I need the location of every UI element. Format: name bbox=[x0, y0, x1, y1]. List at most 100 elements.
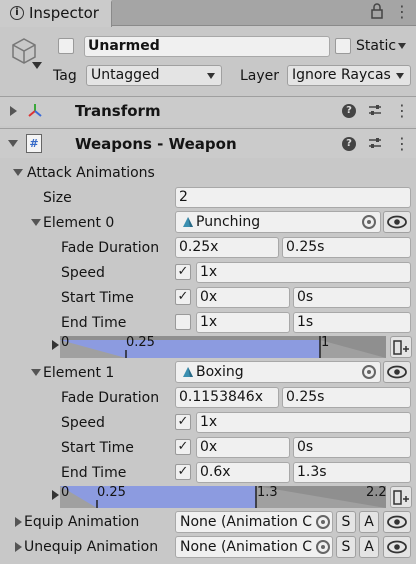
timeline-label-end: 1.3 bbox=[257, 486, 278, 500]
element-0-foldout[interactable] bbox=[31, 219, 41, 226]
end-time-x-field[interactable]: 0.6x bbox=[196, 462, 290, 483]
start-time-x-field[interactable]: 0x bbox=[196, 437, 290, 458]
context-menu-icon[interactable]: ⋮ bbox=[394, 134, 410, 153]
script-icon: # bbox=[26, 134, 42, 153]
timeline-label-start: 0 bbox=[61, 336, 70, 350]
fade-duration-x-field[interactable]: 0.1153846x bbox=[175, 387, 279, 408]
help-icon[interactable]: ? bbox=[342, 137, 356, 151]
active-checkbox[interactable] bbox=[58, 38, 74, 54]
weapon-title: Weapons - Weapon bbox=[75, 135, 237, 153]
element-1-foldout[interactable] bbox=[31, 369, 41, 376]
element-0-timeline[interactable]: 0 0.25 1 bbox=[60, 336, 386, 358]
layer-label: Layer bbox=[240, 68, 280, 84]
weapon-foldout[interactable] bbox=[8, 140, 18, 147]
static-checkbox[interactable] bbox=[335, 38, 351, 54]
unequip-a-button[interactable]: A bbox=[359, 536, 379, 558]
unequip-animation-label[interactable]: Unequip Animation bbox=[24, 537, 158, 557]
equip-animation-value: None (Animation C bbox=[180, 514, 313, 530]
equip-animation-label[interactable]: Equip Animation bbox=[24, 512, 139, 532]
tab-menu-icon[interactable]: ⋮ bbox=[394, 2, 410, 21]
add-event-button[interactable] bbox=[390, 336, 412, 358]
tab-title: Inspector bbox=[29, 4, 99, 22]
static-label: Static bbox=[356, 38, 397, 54]
attack-animations-label[interactable]: Attack Animations bbox=[27, 163, 155, 183]
fade-duration-s-field[interactable]: 0.25s bbox=[282, 237, 411, 258]
tag-dropdown[interactable]: Untagged bbox=[86, 65, 222, 86]
start-time-s-field[interactable]: 0s bbox=[293, 287, 411, 308]
transform-icon bbox=[26, 102, 44, 124]
unequip-s-button[interactable]: S bbox=[336, 536, 356, 558]
start-time-checkbox[interactable]: ✓ bbox=[175, 289, 191, 305]
tag-label: Tag bbox=[53, 68, 77, 84]
equip-animation-field[interactable]: None (Animation C bbox=[175, 511, 333, 533]
layer-dropdown[interactable]: Ignore Raycas bbox=[287, 65, 411, 86]
add-event-button[interactable] bbox=[390, 486, 412, 508]
equip-foldout[interactable] bbox=[15, 517, 22, 527]
static-dropdown-icon[interactable] bbox=[398, 43, 406, 49]
eye-icon[interactable] bbox=[383, 361, 411, 383]
end-time-s-field[interactable]: 1.3s bbox=[293, 462, 411, 483]
size-label: Size bbox=[43, 190, 72, 206]
end-time-checkbox[interactable]: ✓ bbox=[175, 464, 191, 480]
object-picker-icon[interactable] bbox=[362, 365, 376, 379]
unequip-animation-value: None (Animation C bbox=[180, 539, 313, 555]
animation-clip-icon bbox=[181, 215, 195, 232]
speed-checkbox[interactable]: ✓ bbox=[175, 414, 191, 430]
end-time-label: End Time bbox=[61, 465, 127, 481]
context-menu-icon[interactable]: ⋮ bbox=[394, 101, 410, 120]
transform-title: Transform bbox=[75, 102, 161, 120]
element-1-label[interactable]: Element 1 bbox=[43, 363, 114, 383]
eye-icon[interactable] bbox=[383, 536, 411, 558]
start-time-label: Start Time bbox=[61, 440, 134, 456]
unequip-foldout[interactable] bbox=[15, 542, 22, 552]
eye-icon[interactable] bbox=[383, 211, 411, 233]
element-1-clip-name: Boxing bbox=[196, 364, 244, 380]
element-0-clip-field[interactable]: Punching bbox=[175, 211, 381, 233]
tab-inspector[interactable]: i Inspector bbox=[0, 0, 112, 27]
fade-duration-s-field[interactable]: 0.25s bbox=[282, 387, 411, 408]
transform-header[interactable]: Transform ? ⋮ bbox=[0, 96, 416, 126]
start-time-x-field[interactable]: 0x bbox=[196, 287, 290, 308]
attack-animations-foldout[interactable] bbox=[13, 169, 23, 176]
object-picker-icon[interactable] bbox=[316, 515, 330, 529]
size-field[interactable]: 2 bbox=[175, 187, 411, 208]
speed-field[interactable]: 1x bbox=[196, 412, 411, 433]
animation-clip-icon bbox=[181, 365, 195, 382]
speed-field[interactable]: 1x bbox=[196, 262, 411, 283]
object-name-field[interactable]: Unarmed bbox=[84, 36, 330, 57]
eye-icon[interactable] bbox=[383, 511, 411, 533]
weapon-header[interactable]: # Weapons - Weapon ? ⋮ bbox=[0, 128, 416, 158]
timeline-play-icon[interactable] bbox=[52, 490, 59, 500]
end-time-label: End Time bbox=[61, 315, 127, 331]
element-1-clip-field[interactable]: Boxing bbox=[175, 361, 381, 383]
object-picker-icon[interactable] bbox=[362, 215, 376, 229]
element-1-timeline[interactable]: 0 0.25 1.3 2.2 bbox=[60, 486, 386, 508]
icon-dropdown-arrow[interactable] bbox=[32, 62, 42, 69]
timeline-play-icon[interactable] bbox=[52, 340, 59, 350]
timeline-label-end: 1 bbox=[321, 336, 330, 350]
speed-label: Speed bbox=[61, 265, 105, 281]
start-time-checkbox[interactable]: ✓ bbox=[175, 439, 191, 455]
object-picker-icon[interactable] bbox=[316, 540, 330, 554]
presets-icon[interactable] bbox=[368, 103, 382, 121]
timeline-label-length: 2.2 bbox=[366, 486, 386, 500]
timeline-label-start: 0 bbox=[61, 486, 70, 500]
end-time-x-field[interactable]: 1x bbox=[196, 312, 290, 333]
element-0-label[interactable]: Element 0 bbox=[43, 213, 114, 233]
start-time-label: Start Time bbox=[61, 290, 134, 306]
fade-duration-x-field[interactable]: 0.25x bbox=[175, 237, 279, 258]
lock-icon[interactable] bbox=[370, 2, 384, 20]
equip-a-button[interactable]: A bbox=[359, 511, 379, 533]
speed-label: Speed bbox=[61, 415, 105, 431]
info-icon: i bbox=[10, 6, 24, 20]
unequip-animation-field[interactable]: None (Animation C bbox=[175, 536, 333, 558]
equip-s-button[interactable]: S bbox=[336, 511, 356, 533]
transform-foldout[interactable] bbox=[10, 106, 17, 116]
end-time-checkbox[interactable] bbox=[175, 314, 191, 330]
help-icon[interactable]: ? bbox=[342, 104, 356, 118]
speed-checkbox[interactable]: ✓ bbox=[175, 264, 191, 280]
presets-icon[interactable] bbox=[368, 136, 382, 154]
timeline-label-fade: 0.25 bbox=[97, 486, 126, 500]
end-time-s-field[interactable]: 1s bbox=[293, 312, 411, 333]
start-time-s-field[interactable]: 0s bbox=[293, 437, 411, 458]
